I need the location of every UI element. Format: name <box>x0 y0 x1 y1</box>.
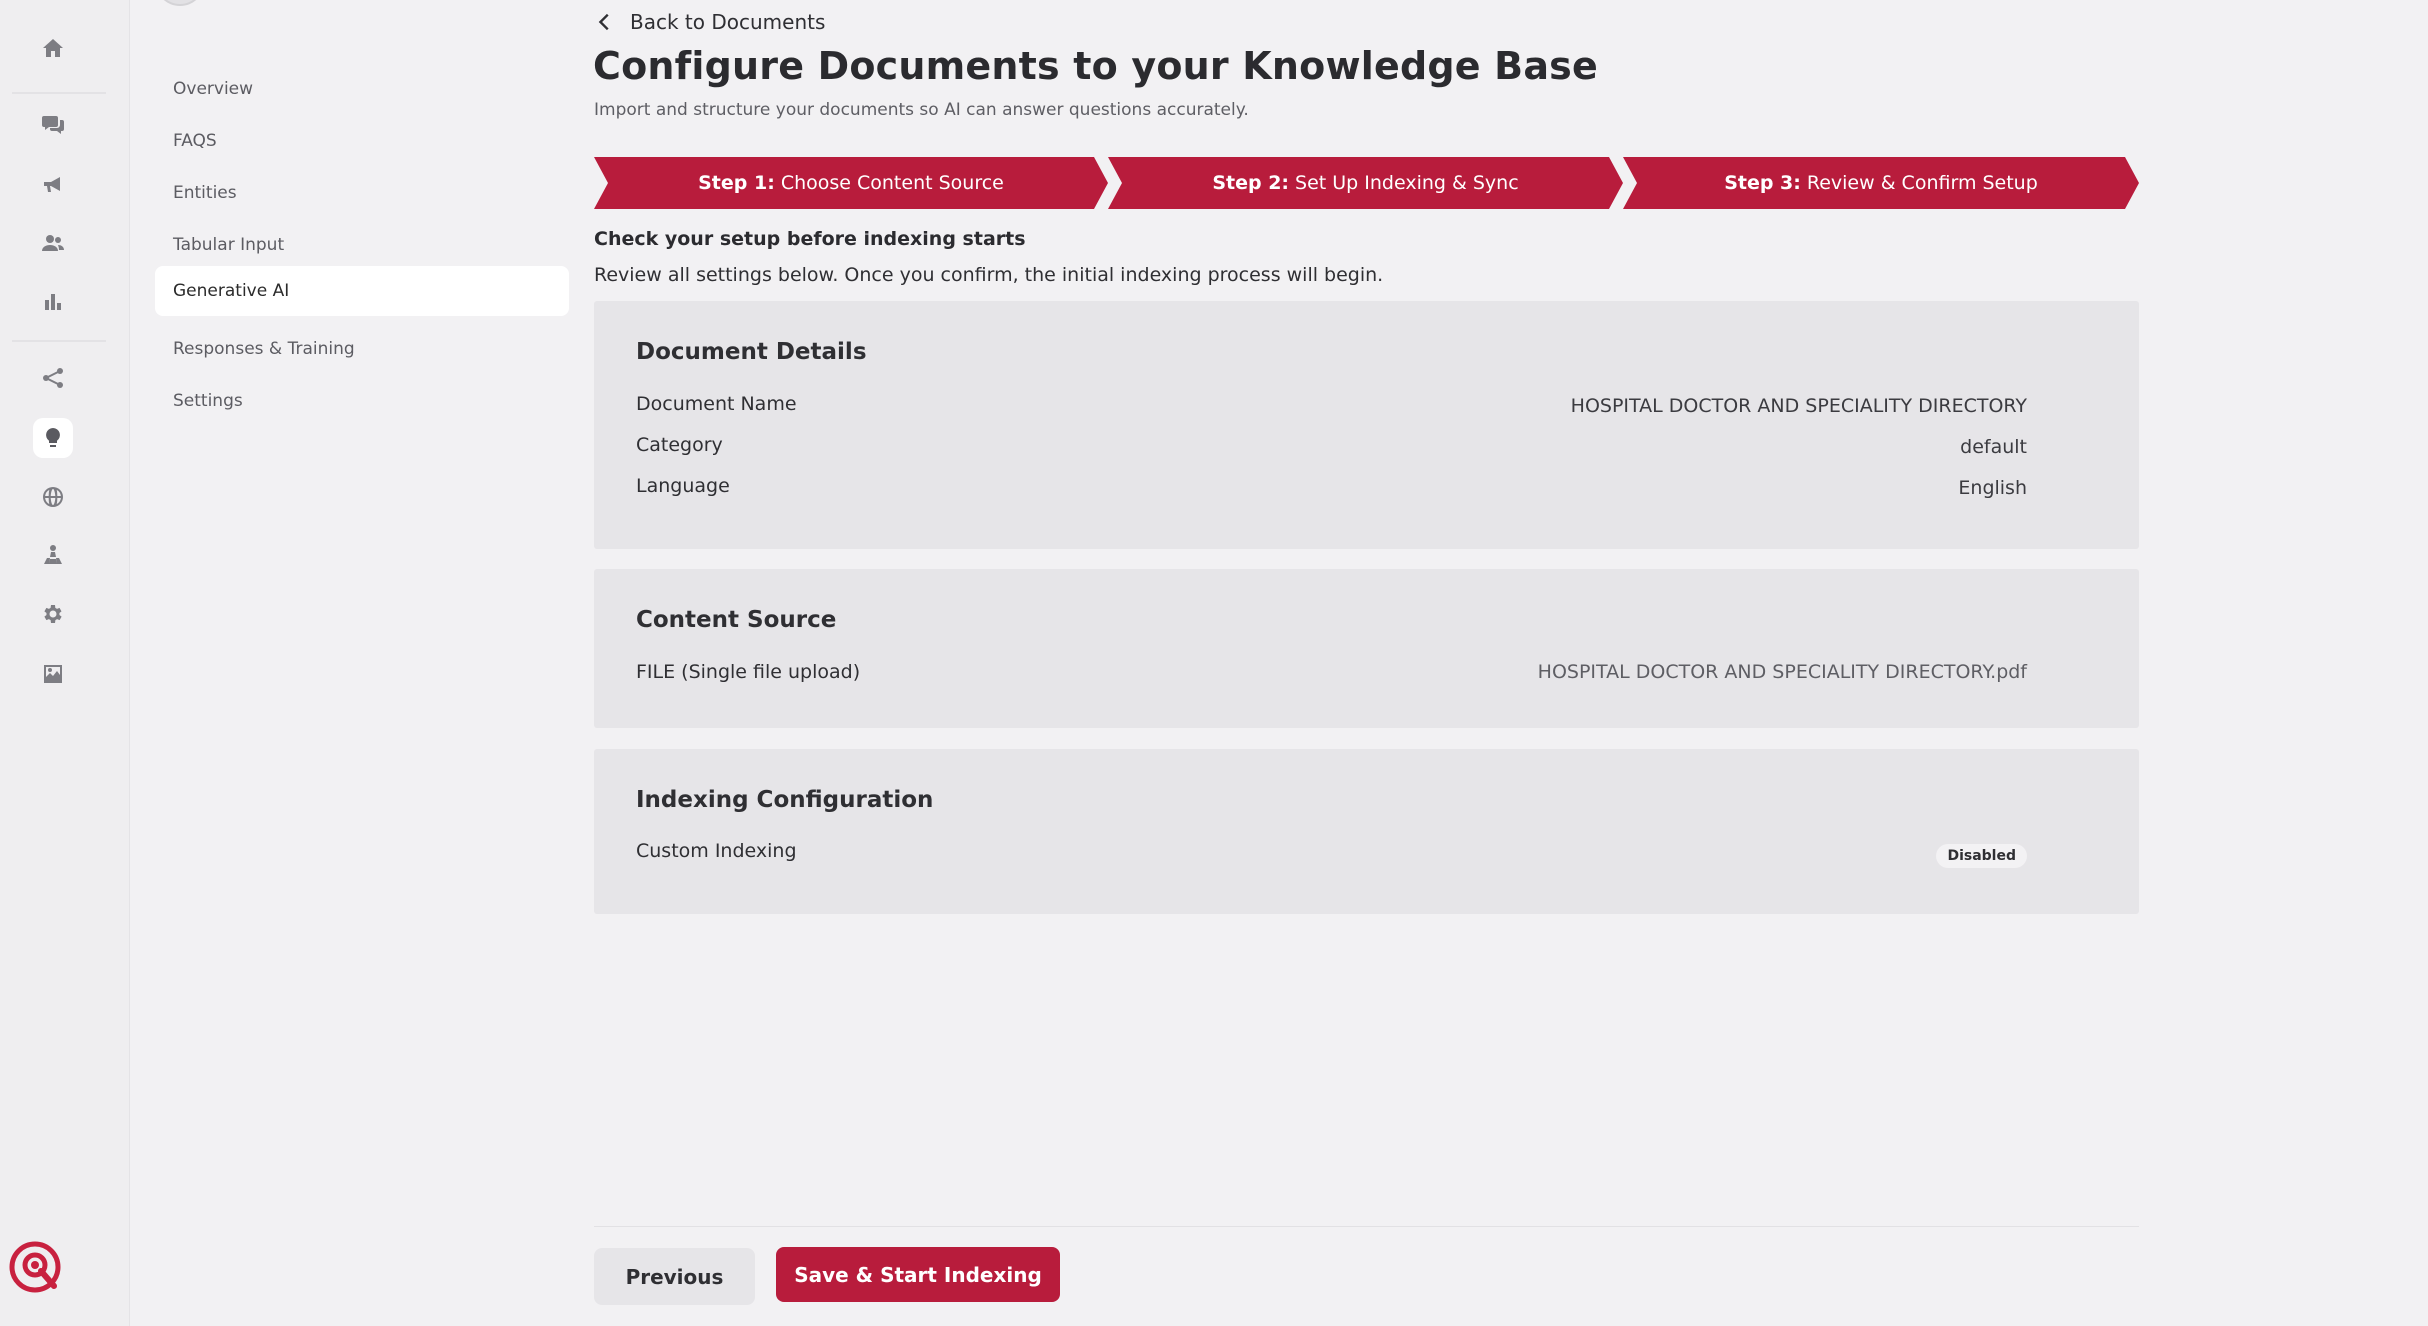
source-file-name: HOSPITAL DOCTOR AND SPECIALITY DIRECTORY… <box>1537 661 2027 683</box>
image-icon[interactable] <box>33 654 73 694</box>
lightbulb-icon[interactable] <box>33 418 73 458</box>
source-type-label: FILE (Single file upload) <box>636 661 861 683</box>
step-label: Choose Content Source <box>780 172 1004 194</box>
document-name-label: Document Name <box>636 393 797 415</box>
subnav-item-responses-training[interactable]: Responses & Training <box>155 324 569 374</box>
icon-rail <box>0 0 130 1326</box>
home-icon[interactable] <box>33 28 73 68</box>
subnav-item-settings[interactable]: Settings <box>155 376 569 426</box>
save-start-indexing-button[interactable]: Save & Start Indexing <box>776 1247 1060 1302</box>
previous-button[interactable]: Previous <box>594 1248 755 1305</box>
subnav-item-overview[interactable]: Overview <box>155 64 569 114</box>
subnav-item-generative-ai[interactable]: Generative AI <box>155 266 569 316</box>
category-label: Category <box>636 434 723 456</box>
step-set-up-indexing[interactable]: Step 2: Set Up Indexing & Sync <box>1108 157 1623 209</box>
step-number: Step 1: <box>698 172 775 194</box>
card-title: Content Source <box>636 607 837 633</box>
subnav-item-tabular-input[interactable]: Tabular Input <box>155 220 569 270</box>
language-label: Language <box>636 475 730 497</box>
setup-stepper: Step 1: Choose Content Source Step 2: Se… <box>594 157 2139 209</box>
brand-logo <box>9 1241 61 1293</box>
page-title: Configure Documents to your Knowledge Ba… <box>593 44 1598 88</box>
indexing-config-card: Indexing Configuration Custom Indexing D… <box>594 749 2139 914</box>
status-badge: Disabled <box>1936 844 2027 868</box>
rail-divider <box>12 92 106 94</box>
review-heading: Check your setup before indexing starts <box>594 228 1026 250</box>
bar-chart-icon[interactable] <box>33 282 73 322</box>
chat-icon[interactable] <box>33 104 73 144</box>
page-subtitle: Import and structure your documents so A… <box>594 100 1249 120</box>
step-label: Set Up Indexing & Sync <box>1295 172 1519 194</box>
step-review-confirm[interactable]: Step 3: Review & Confirm Setup <box>1623 157 2139 209</box>
content-source-card: Content Source FILE (Single file upload)… <box>594 569 2139 728</box>
step-number: Step 3: <box>1724 172 1801 194</box>
custom-indexing-label: Custom Indexing <box>636 840 797 862</box>
card-title: Document Details <box>636 339 867 365</box>
user-avatar[interactable] <box>155 0 205 6</box>
document-details-card: Document Details Document Name HOSPITAL … <box>594 301 2139 549</box>
share-icon[interactable] <box>33 358 73 398</box>
document-name-value: HOSPITAL DOCTOR AND SPECIALITY DIRECTORY <box>1570 395 2027 417</box>
language-value: English <box>1958 477 2027 499</box>
hierarchy-icon[interactable] <box>33 535 73 575</box>
step-number: Step 2: <box>1212 172 1290 194</box>
megaphone-icon[interactable] <box>33 164 73 204</box>
chevron-left-icon <box>598 13 609 31</box>
app-root: Overview FAQS Entities Tabular Input Gen… <box>0 0 2428 1326</box>
category-value: default <box>1960 436 2027 458</box>
footer-divider <box>594 1226 2139 1227</box>
step-label: Review & Confirm Setup <box>1806 172 2038 194</box>
back-link-label: Back to Documents <box>630 10 826 34</box>
gear-icon[interactable] <box>33 594 73 634</box>
subnav-item-faqs[interactable]: FAQS <box>155 116 569 166</box>
subnav-item-entities[interactable]: Entities <box>155 168 569 218</box>
rail-divider <box>12 340 106 342</box>
card-title: Indexing Configuration <box>636 787 934 813</box>
users-icon[interactable] <box>33 223 73 263</box>
review-description: Review all settings below. Once you conf… <box>594 264 1384 286</box>
back-to-documents-link[interactable]: Back to Documents <box>594 8 825 36</box>
globe-icon[interactable] <box>33 477 73 517</box>
step-choose-content-source[interactable]: Step 1: Choose Content Source <box>594 157 1108 209</box>
